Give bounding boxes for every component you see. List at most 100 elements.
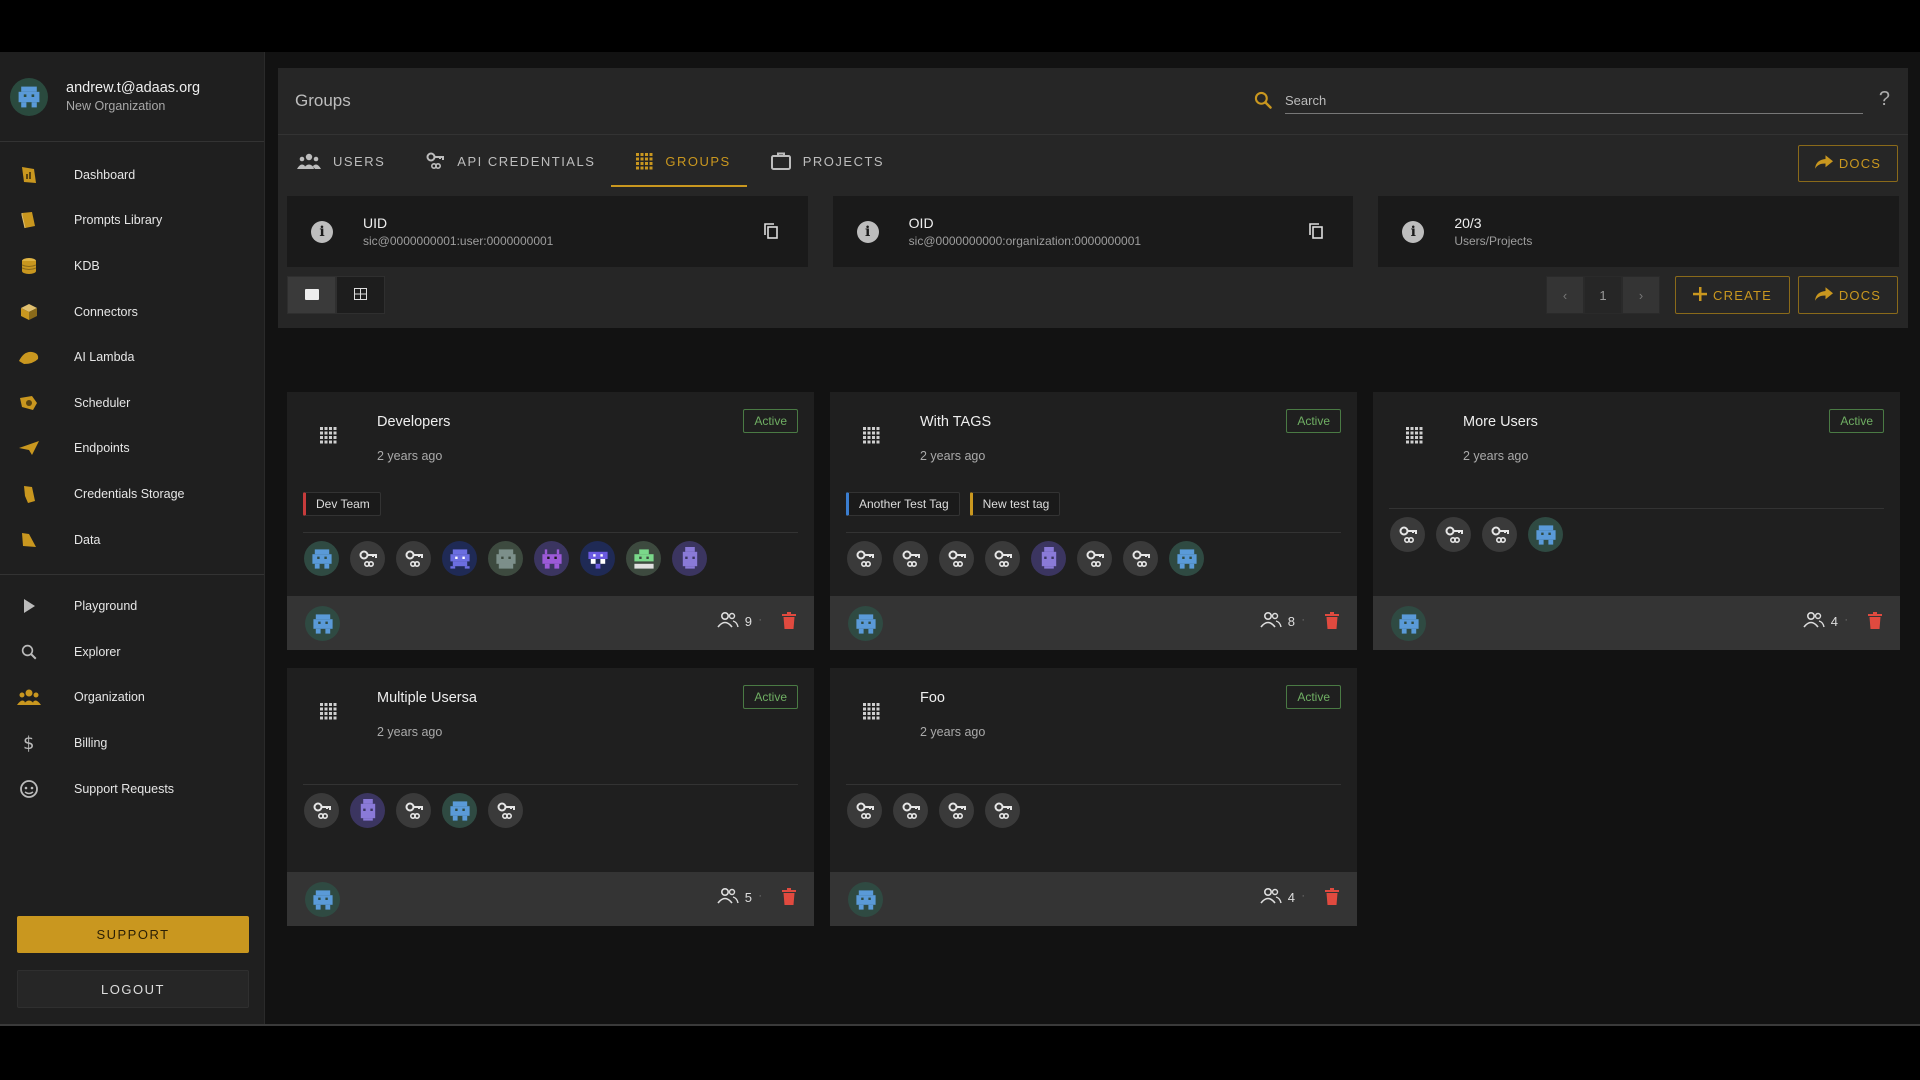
owner-avatar[interactable] (1391, 606, 1426, 641)
member-avatar[interactable] (847, 793, 882, 828)
help-icon[interactable]: ? (1879, 88, 1890, 111)
docs-button-tabs[interactable]: DOCS (1798, 145, 1898, 182)
next-page-button[interactable]: › (1622, 276, 1660, 314)
card-view-icon (304, 288, 319, 303)
group-name[interactable]: With TAGS (920, 414, 991, 430)
owner-avatar[interactable] (305, 882, 340, 917)
member-avatar[interactable] (985, 793, 1020, 828)
member-avatar[interactable] (893, 793, 928, 828)
member-avatar[interactable] (534, 541, 569, 576)
sidebar-item-connectors[interactable]: Connectors (0, 289, 264, 335)
member-count-icon (717, 887, 739, 907)
delete-icon[interactable] (1325, 612, 1339, 632)
sidebar-item-credentials-storage[interactable]: Credentials Storage (0, 471, 264, 517)
member-avatar[interactable] (442, 793, 477, 828)
member-avatar[interactable] (488, 541, 523, 576)
member-avatar[interactable] (1031, 541, 1066, 576)
member-avatar[interactable] (939, 793, 974, 828)
member-count: 9 (717, 611, 752, 631)
delete-icon[interactable] (782, 888, 796, 908)
tab-groups[interactable]: GROUPS (611, 135, 748, 187)
table-view-button[interactable] (336, 276, 385, 314)
copy-icon[interactable] (763, 223, 778, 242)
group-created-time: 2 years ago (377, 725, 443, 739)
group-name[interactable]: Multiple Usersa (377, 690, 477, 706)
owner-avatar[interactable] (848, 882, 883, 917)
create-button[interactable]: CREATE (1675, 276, 1790, 314)
sidebar-item-organization[interactable]: Organization (0, 675, 264, 721)
member-avatar[interactable] (626, 541, 661, 576)
delete-icon[interactable] (1868, 612, 1882, 632)
sidebar-item-prompts-library[interactable]: Prompts Library (0, 198, 264, 244)
support-button[interactable]: SUPPORT (17, 916, 249, 953)
group-card[interactable]: More Users 2 years ago Active 4 · (1373, 392, 1900, 650)
owner-avatar[interactable] (305, 606, 340, 641)
info-title: UID (363, 215, 388, 231)
info-card: i UID sic@0000000001:user:0000000001 (287, 196, 808, 267)
search-input[interactable] (1285, 88, 1863, 114)
member-avatar[interactable] (396, 541, 431, 576)
group-card[interactable]: Foo 2 years ago Active 4 · (830, 668, 1357, 926)
group-grid-icon (862, 702, 880, 723)
sidebar-item-playground[interactable]: Playground (0, 583, 264, 629)
docs-button-list[interactable]: DOCS (1798, 276, 1898, 314)
member-avatar[interactable] (580, 541, 615, 576)
tab-projects[interactable]: PROJECTS (770, 135, 884, 187)
group-card[interactable]: Multiple Usersa 2 years ago Active 5 · (287, 668, 814, 926)
member-avatar[interactable] (350, 541, 385, 576)
sidebar-item-ai-lambda[interactable]: AI Lambda (0, 334, 264, 380)
member-avatar[interactable] (985, 541, 1020, 576)
sidebar-item-kdb[interactable]: KDB (0, 243, 264, 289)
tag[interactable]: Dev Team (303, 492, 381, 516)
member-avatar[interactable] (396, 793, 431, 828)
tab-api-credentials[interactable]: API CREDENTIALS (425, 135, 595, 187)
tag[interactable]: Another Test Tag (846, 492, 960, 516)
owner-avatar[interactable] (848, 606, 883, 641)
member-avatar[interactable] (304, 541, 339, 576)
member-avatar[interactable] (1123, 541, 1158, 576)
member-avatar[interactable] (1077, 541, 1112, 576)
sidebar-item-support-requests[interactable]: Support Requests (0, 766, 264, 812)
member-avatar[interactable] (488, 793, 523, 828)
user-profile[interactable]: andrew.t@adaas.org New Organization (0, 52, 264, 142)
delete-icon[interactable] (782, 612, 796, 632)
member-avatar[interactable] (1482, 517, 1517, 552)
prev-page-button[interactable]: ‹ (1546, 276, 1584, 314)
member-avatar[interactable] (1169, 541, 1204, 576)
member-count-value: 4 (1830, 614, 1838, 629)
group-card[interactable]: Developers 2 years ago Active Dev Team 9… (287, 392, 814, 650)
logout-button[interactable]: LOGOUT (17, 970, 249, 1008)
tag[interactable]: New test tag (969, 492, 1061, 516)
group-card[interactable]: With TAGS 2 years ago Active Another Tes… (830, 392, 1357, 650)
group-name[interactable]: Foo (920, 690, 945, 706)
member-avatar[interactable] (672, 541, 707, 576)
sidebar-item-label: Scheduler (74, 395, 131, 410)
card-view-button[interactable] (287, 276, 336, 314)
sidebar-item-billing[interactable]: $ Billing (0, 720, 264, 766)
copy-icon[interactable] (1309, 223, 1324, 242)
member-avatars (304, 793, 523, 828)
member-avatar[interactable] (350, 793, 385, 828)
member-avatar[interactable] (847, 541, 882, 576)
sidebar-item-scheduler[interactable]: Scheduler (0, 380, 264, 426)
member-avatar[interactable] (939, 541, 974, 576)
member-avatar[interactable] (1436, 517, 1471, 552)
page-title: Groups (295, 91, 351, 110)
group-name[interactable]: Developers (377, 414, 450, 430)
group-name[interactable]: More Users (1463, 414, 1538, 430)
svg-text:$: $ (23, 733, 34, 753)
member-avatar[interactable] (1390, 517, 1425, 552)
member-avatar[interactable] (442, 541, 477, 576)
tag-list: Another Test Tag New test tag (846, 492, 1061, 516)
member-avatar[interactable] (304, 793, 339, 828)
sidebar-item-data[interactable]: Data (0, 517, 264, 563)
delete-icon[interactable] (1325, 888, 1339, 908)
member-count-value: 4 (1287, 890, 1295, 905)
sidebar-item-dashboard[interactable]: Dashboard (0, 152, 264, 198)
sidebar-item-explorer[interactable]: Explorer (0, 629, 264, 675)
tab-users[interactable]: USERS (297, 135, 385, 187)
card-divider (303, 532, 798, 533)
member-avatar[interactable] (893, 541, 928, 576)
sidebar-item-endpoints[interactable]: Endpoints (0, 426, 264, 472)
member-avatar[interactable] (1528, 517, 1563, 552)
